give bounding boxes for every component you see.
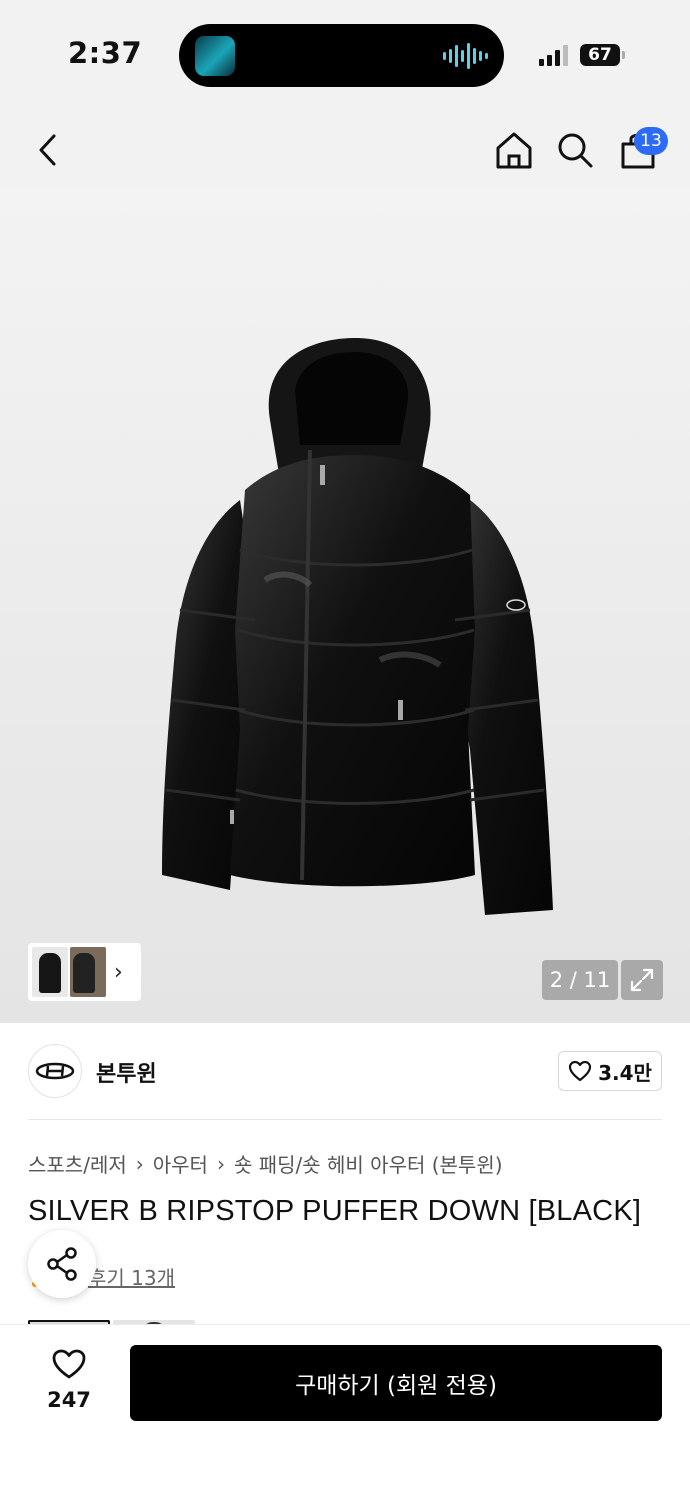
heart-icon xyxy=(52,1349,86,1379)
brand-like-count: 3.4만 xyxy=(598,1060,652,1085)
search-icon xyxy=(558,133,593,168)
review-link[interactable]: 후기 13개 xyxy=(88,1262,175,1291)
divider xyxy=(28,1119,662,1120)
heart-icon xyxy=(568,1060,592,1082)
share-button[interactable] xyxy=(28,1230,96,1298)
cart-count-badge: 13 xyxy=(634,127,668,155)
thumbnail-image[interactable] xyxy=(70,947,106,997)
breadcrumb-item[interactable]: 아우터 xyxy=(153,1149,208,1178)
home-button[interactable] xyxy=(492,128,536,172)
status-time: 2:37 xyxy=(68,36,143,70)
brand-logo-mark xyxy=(35,1062,75,1080)
breadcrumb-item[interactable]: 숏 패딩/숏 헤비 아우터 (본투윈) xyxy=(234,1149,503,1178)
product-image-gallery[interactable]: › 2 / 11 xyxy=(0,190,690,1023)
wishlist-button[interactable]: 247 xyxy=(40,1348,98,1412)
battery-icon: 67 xyxy=(580,44,620,66)
back-button[interactable] xyxy=(26,128,70,172)
brand-name[interactable]: 본투윈 xyxy=(96,1056,157,1088)
audio-waveform-icon xyxy=(443,43,488,69)
expand-icon xyxy=(630,968,654,992)
buy-button[interactable]: 구매하기 (회원 전용) xyxy=(130,1345,662,1421)
top-nav xyxy=(0,110,690,190)
share-icon xyxy=(47,1247,77,1281)
cellular-signal-icon xyxy=(539,44,568,66)
breadcrumb-item[interactable]: 스포츠/레저 xyxy=(28,1149,127,1178)
back-arrow-icon xyxy=(39,134,56,166)
breadcrumb: 스포츠/레저 › 아우터 › 숏 패딩/숏 헤비 아우터 (본투윈) xyxy=(28,1149,503,1178)
home-icon xyxy=(496,132,532,169)
brand-logo[interactable] xyxy=(28,1044,82,1098)
expand-button[interactable] xyxy=(621,960,663,1000)
now-playing-app-icon xyxy=(195,36,235,76)
status-bar: 2:37 67 xyxy=(0,0,690,110)
chevron-right-icon: › xyxy=(135,1151,144,1176)
search-button[interactable] xyxy=(553,128,597,172)
thumbnail-strip[interactable]: › xyxy=(28,943,141,1001)
image-counter: 2 / 11 xyxy=(542,960,618,1000)
product-image-puffer-jacket xyxy=(162,338,553,915)
thumbnail-image[interactable] xyxy=(32,947,68,997)
product-page: 2:37 67 13 › 2 / 11 본투윈 3.4만 스포츠/레저 › 아우… xyxy=(0,0,690,1500)
brand-like-button[interactable]: 3.4만 xyxy=(558,1051,662,1091)
dynamic-island xyxy=(179,24,504,87)
chevron-right-icon: › xyxy=(114,959,123,985)
battery-tip xyxy=(622,51,625,59)
chevron-right-icon: › xyxy=(216,1151,225,1176)
product-title: SILVER B RIPSTOP PUFFER DOWN [BLACK] xyxy=(28,1195,642,1227)
wishlist-count: 247 xyxy=(47,1388,91,1412)
